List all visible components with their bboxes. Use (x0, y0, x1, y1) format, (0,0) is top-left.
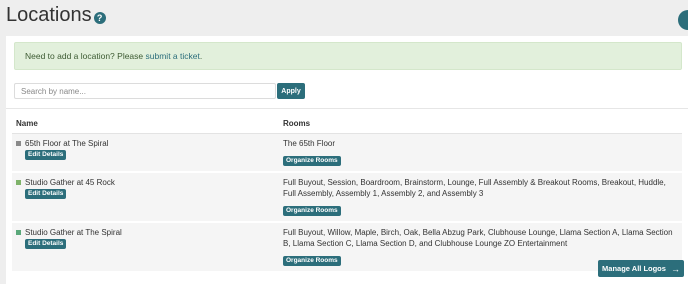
location-name-text: 65th Floor at The Spiral (25, 139, 109, 148)
help-icon[interactable]: ? (93, 12, 106, 24)
organize-rooms-button[interactable]: Organize Rooms (283, 256, 341, 266)
rooms-list: Full Buyout, Session, Boardroom, Brainst… (283, 178, 666, 198)
table-row: Studio Gather at The Spiral Edit Details… (12, 223, 682, 272)
table-header: Name Rooms (12, 114, 682, 134)
location-name-text: Studio Gather at The Spiral (25, 228, 122, 237)
edit-details-button[interactable]: Edit Details (25, 239, 67, 249)
edit-details-button[interactable]: Edit Details (25, 189, 67, 199)
info-alert: Need to add a location? Please submit a … (14, 42, 682, 70)
table-row: 65th Floor at The Spiral Edit Details Th… (12, 134, 682, 172)
page-title: Locations ? (6, 4, 106, 27)
rooms-list: The 65th Floor (283, 139, 336, 148)
locations-table: Name Rooms 65th Floor at The Spiral Edit… (12, 114, 682, 272)
floating-action-button[interactable] (678, 10, 688, 30)
color-swatch (16, 141, 21, 146)
submit-ticket-link[interactable]: submit a ticket (146, 51, 200, 61)
column-header-rooms: Rooms (283, 119, 311, 128)
edit-details-button[interactable]: Edit Details (25, 150, 67, 160)
manage-all-logos-button[interactable]: Manage All Logos → (598, 260, 684, 277)
manage-all-logos-label: Manage All Logos (602, 264, 666, 273)
rooms-list: Full Buyout, Willow, Maple, Birch, Oak, … (283, 228, 673, 248)
location-name: Studio Gather at 45 Rock (16, 177, 115, 188)
page-title-text: Locations (6, 4, 92, 26)
table-row: Studio Gather at 45 Rock Edit Details Fu… (12, 173, 682, 222)
column-header-name: Name (16, 119, 38, 128)
divider (6, 108, 688, 109)
rooms-cell: The 65th Floor Organize Rooms (283, 138, 682, 167)
rooms-cell: Full Buyout, Session, Boardroom, Brainst… (283, 177, 682, 217)
color-swatch (16, 180, 21, 185)
location-name: 65th Floor at The Spiral (16, 138, 108, 149)
alert-suffix: . (199, 51, 203, 61)
organize-rooms-button[interactable]: Organize Rooms (283, 156, 341, 166)
alert-text: Need to add a location? Please (25, 51, 146, 61)
name-cell: Studio Gather at 45 Rock Edit Details (12, 177, 283, 217)
apply-button[interactable]: Apply (277, 83, 305, 99)
locations-panel: Need to add a location? Please submit a … (6, 36, 688, 284)
arrow-right-icon: → (670, 263, 680, 274)
color-swatch (16, 230, 21, 235)
name-cell: 65th Floor at The Spiral Edit Details (12, 138, 283, 167)
location-name-text: Studio Gather at 45 Rock (25, 178, 115, 187)
organize-rooms-button[interactable]: Organize Rooms (283, 206, 341, 216)
search-input[interactable] (14, 83, 276, 99)
name-cell: Studio Gather at The Spiral Edit Details (12, 227, 283, 267)
location-name: Studio Gather at The Spiral (16, 227, 122, 238)
